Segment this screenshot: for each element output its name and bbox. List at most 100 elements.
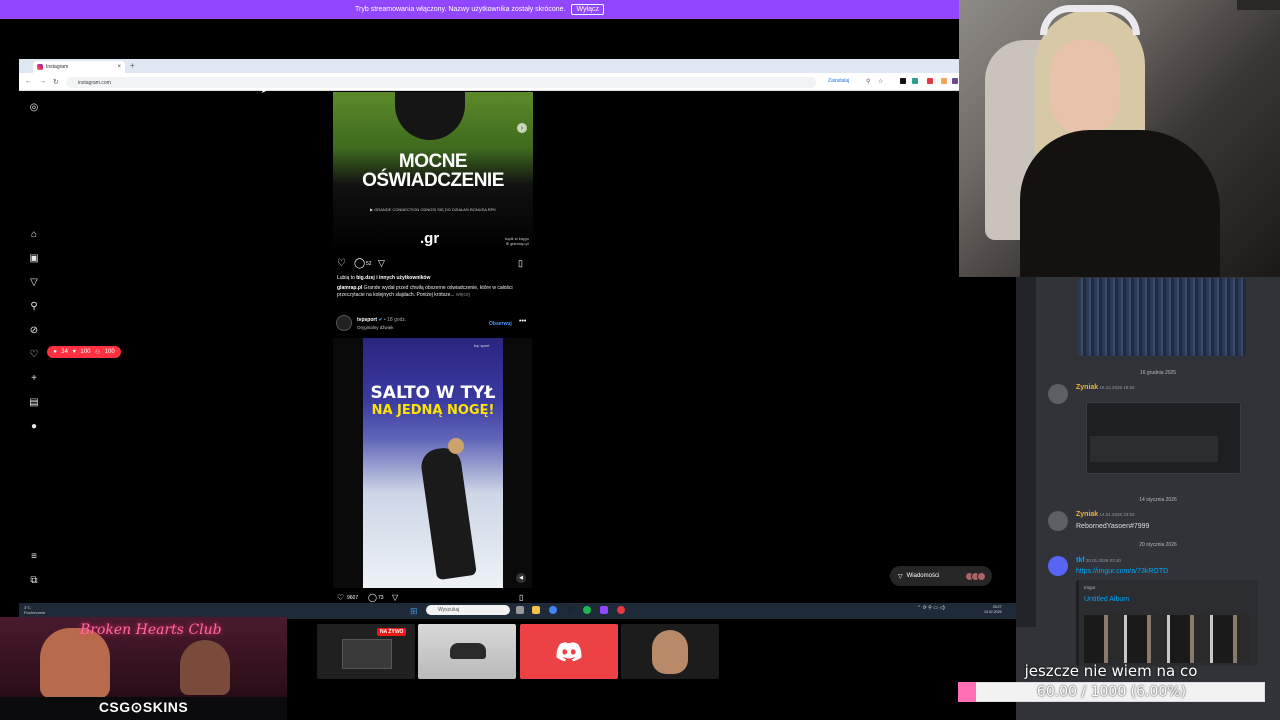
like-notification-count: 100 xyxy=(80,349,91,355)
extension-icon[interactable] xyxy=(900,78,906,84)
address-bar[interactable]: instagram.com xyxy=(66,77,816,88)
browser-tab-instagram[interactable]: Instagram × xyxy=(33,61,125,73)
extension-icon[interactable] xyxy=(912,78,918,84)
follow-button[interactable]: Obserwuj xyxy=(489,321,512,327)
home-icon[interactable]: ⌂ xyxy=(28,228,40,240)
extension-icon[interactable] xyxy=(941,78,947,84)
author-name[interactable]: tkf xyxy=(1076,557,1085,564)
embed-title[interactable]: Untitled Album xyxy=(1084,596,1129,603)
dashboard-icon[interactable]: ▤ xyxy=(28,396,40,408)
task-view-icon[interactable] xyxy=(516,606,524,614)
twitch-icon[interactable] xyxy=(600,606,608,614)
extension-icon[interactable] xyxy=(927,78,933,84)
forward-icon[interactable]: → xyxy=(39,78,46,85)
author-name[interactable]: Zyniak xyxy=(1076,511,1098,518)
embed-image[interactable] xyxy=(1084,615,1250,663)
profile-avatar-icon[interactable]: ● xyxy=(28,420,40,432)
avatar[interactable] xyxy=(1048,384,1068,404)
live-badge: NA ŻYWO xyxy=(377,628,407,636)
follow-notification-icon: ⚇ xyxy=(94,349,101,356)
system-tray-icons[interactable]: ⌃ ⟳ ⚲ ▭ ◁) xyxy=(917,605,945,611)
messages-label: Wiadomości xyxy=(906,573,940,579)
date-divider: 20 stycznia 2026 xyxy=(1139,542,1177,548)
video-tag: tvp sport xyxy=(474,343,490,348)
avatar[interactable] xyxy=(1048,556,1068,576)
file-explorer-icon[interactable] xyxy=(532,606,540,614)
carousel-next-icon[interactable]: › xyxy=(517,123,527,133)
messages-button[interactable]: ▽ Wiadomości xyxy=(890,566,992,586)
stream-mode-banner: Tryb streamowania włączony. Nazwy użytko… xyxy=(0,0,959,19)
steam-icon[interactable] xyxy=(566,606,574,614)
stream-mode-text: Tryb streamowania włączony. Nazwy użytko… xyxy=(355,6,566,13)
zoom-icon[interactable]: ⚲ xyxy=(866,78,870,85)
install-app-button[interactable]: Zainstaluj xyxy=(828,78,849,84)
discord-thumbnail[interactable] xyxy=(520,624,618,679)
account-name[interactable]: tvpsport xyxy=(357,317,377,323)
disable-stream-mode-button[interactable]: Wyłącz xyxy=(571,4,604,15)
instagram-favicon-icon xyxy=(37,64,43,70)
meta-apps-icon[interactable]: ⧉ xyxy=(28,574,40,586)
caption-text: Grande wydał przed chwilą obszerne oświa… xyxy=(337,285,513,298)
windows-start-icon[interactable]: ⊞ xyxy=(410,606,418,617)
webcam-shelf xyxy=(1237,0,1280,10)
face-image xyxy=(652,630,688,674)
message-author[interactable]: Zyniak 14.01.2026 23:53 xyxy=(1076,511,1134,518)
new-tab-button[interactable]: + xyxy=(130,61,135,70)
caption-username[interactable]: glamrap.pl xyxy=(337,285,362,291)
comment-notification-icon: ● xyxy=(53,349,57,355)
message-author[interactable]: tkf 20.01.2026 03:40 xyxy=(1076,557,1121,564)
back-icon[interactable]: ← xyxy=(25,78,32,85)
likes-user-link[interactable]: big.dzej xyxy=(356,275,375,281)
share-icon[interactable]: ▽ xyxy=(378,258,385,269)
spotify-icon[interactable] xyxy=(583,606,591,614)
avatar[interactable] xyxy=(1048,511,1068,531)
webcam-face xyxy=(1050,40,1120,135)
post-audio[interactable]: Oryginalny dźwięk xyxy=(357,325,394,330)
message-link[interactable]: https://imgur.com/a/73kROTD xyxy=(1076,568,1168,575)
save-bookmark-icon[interactable]: ▯ xyxy=(518,258,523,269)
headphones-icon xyxy=(1040,5,1140,35)
promo-character xyxy=(40,628,110,698)
taskbar-clock[interactable]: 05:27 10.02.2026 xyxy=(984,605,1002,614)
discord-image-attachment[interactable] xyxy=(1078,278,1246,356)
reload-icon[interactable]: ↻ xyxy=(53,78,59,86)
mouse-cursor-icon: ➤ xyxy=(261,88,267,95)
clock-date: 10.02.2026 xyxy=(984,609,1002,614)
share-icon[interactable]: ▽ xyxy=(392,593,398,602)
taskbar-weather[interactable]: 3°C Pochmurnie xyxy=(24,605,45,615)
likes-suffix: i innych użytkowników xyxy=(374,275,431,281)
messages-icon[interactable]: ▽ xyxy=(28,276,40,288)
video-headline-line2: NA JEDNĄ NOGĘ! xyxy=(371,403,495,418)
reels-icon[interactable]: ▣ xyxy=(28,252,40,264)
comment-icon[interactable]: ◯ xyxy=(354,258,365,269)
comment-notification-count: 34 xyxy=(61,349,68,355)
chrome-icon[interactable] xyxy=(549,606,557,614)
save-bookmark-icon[interactable]: ▯ xyxy=(519,593,523,602)
bookmark-star-icon[interactable]: ☆ xyxy=(878,78,883,85)
tab-close-icon[interactable]: × xyxy=(117,64,121,70)
caption-more-link[interactable]: więcej xyxy=(455,292,470,298)
like-icon[interactable]: ♡ xyxy=(337,593,344,602)
comment-count: 52 xyxy=(366,261,372,267)
author-name[interactable]: Zyniak xyxy=(1076,384,1098,391)
obs-icon[interactable] xyxy=(617,606,625,614)
taskbar-search-input[interactable]: Wyszukaj xyxy=(426,605,510,615)
explore-icon[interactable]: ⊘ xyxy=(28,324,40,336)
car-image xyxy=(450,643,486,659)
notification-badge[interactable]: ● 34 ♥ 100 ⚇ 100 xyxy=(47,346,121,358)
message-text: RebornedYasoen#7999 xyxy=(1076,523,1150,530)
more-options-icon[interactable]: ••• xyxy=(519,318,526,325)
create-icon[interactable]: + xyxy=(28,372,40,384)
instagram-logo-icon[interactable]: ◎ xyxy=(28,101,40,113)
comment-count: 73 xyxy=(378,595,384,601)
menu-icon[interactable]: ≡ xyxy=(28,550,40,562)
profile-icon[interactable] xyxy=(952,78,958,84)
comment-icon[interactable]: ◯ xyxy=(368,593,377,602)
mute-icon[interactable]: ◀ xyxy=(516,573,526,583)
avatar[interactable] xyxy=(336,315,352,331)
message-timestamp: 14.01.2026 23:53 xyxy=(1098,512,1135,517)
notifications-heart-icon[interactable]: ♡ xyxy=(28,348,40,360)
message-author[interactable]: Zyniak 16.12.2025 18:52 xyxy=(1076,384,1134,391)
like-icon[interactable]: ♡ xyxy=(337,258,346,269)
search-icon[interactable]: ⚲ xyxy=(28,300,40,312)
